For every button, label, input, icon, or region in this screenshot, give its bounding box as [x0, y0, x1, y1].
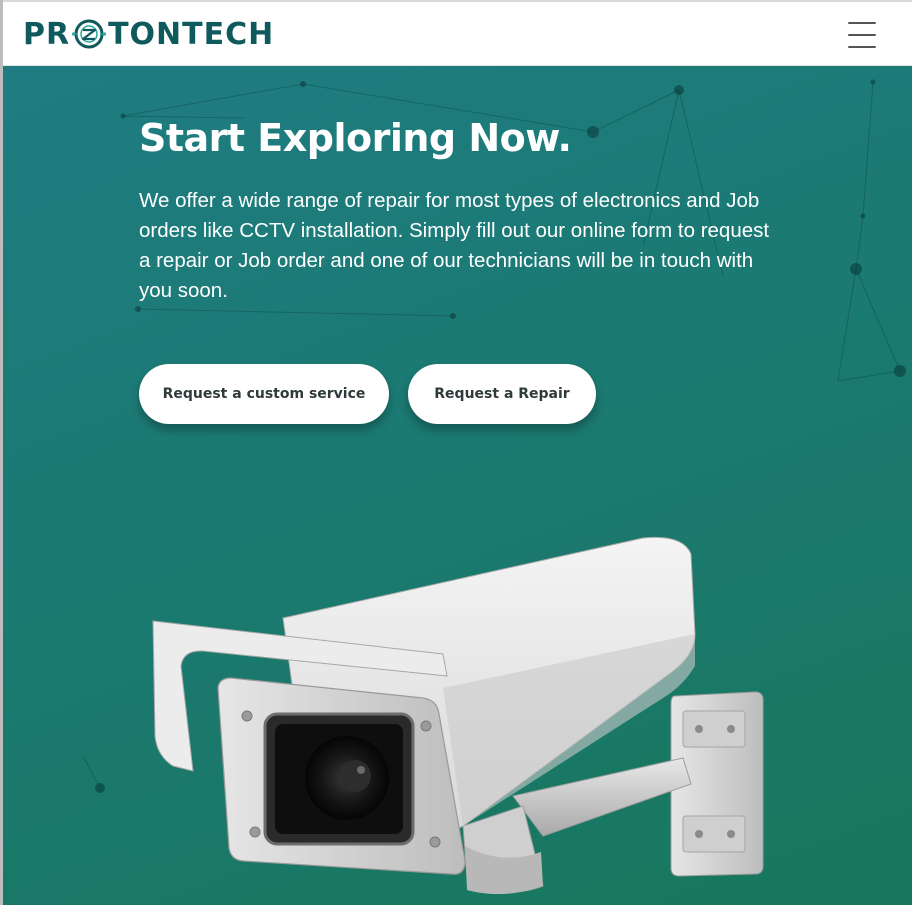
circuit-o-icon	[71, 19, 107, 49]
cctv-camera-illustration	[152, 536, 764, 895]
brand-logo[interactable]: PR TONTECH	[23, 14, 274, 54]
menu-line	[848, 34, 876, 36]
brand-name-part2: TONTECH	[108, 16, 275, 52]
hero-section: Start Exploring Now. We offer a wide ran…	[3, 66, 912, 905]
menu-line	[848, 46, 876, 48]
navbar: PR TONTECH	[3, 2, 912, 66]
hero-description: We offer a wide range of repair for most…	[139, 189, 770, 302]
hero-title: Start Exploring Now.	[139, 116, 572, 160]
menu-line	[848, 22, 876, 24]
request-custom-service-button[interactable]: Request a custom service	[139, 364, 389, 424]
brand-name-part1: PR	[23, 16, 71, 52]
request-repair-button[interactable]: Request a Repair	[408, 364, 596, 424]
hamburger-menu-icon[interactable]	[848, 22, 876, 48]
